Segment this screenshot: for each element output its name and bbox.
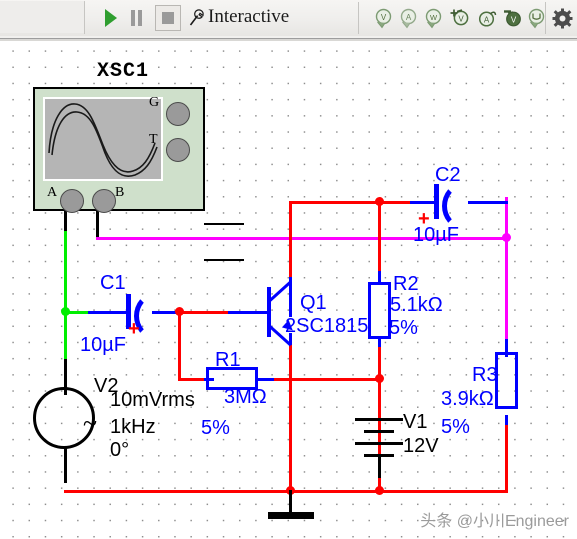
c1-value: 10µF (80, 334, 126, 356)
c1-polarity-marker: + (128, 318, 140, 340)
stop-button[interactable] (155, 5, 181, 31)
terminal-b[interactable] (92, 189, 116, 213)
svg-text:W: W (430, 13, 438, 22)
v2-amplitude: 10mVrms (110, 389, 195, 411)
svg-text:A: A (406, 13, 412, 22)
wire-collector-top-red[interactable] (289, 201, 381, 204)
terminal-a[interactable] (60, 189, 84, 213)
v1-value: 12V (403, 435, 439, 457)
r3-body[interactable] (495, 352, 518, 409)
c2-plate-right (442, 183, 482, 229)
v1-plate-3 (355, 442, 403, 445)
r2-tolerance: 5% (389, 317, 418, 339)
r1-value: 3MΩ (224, 386, 267, 408)
wire-c1-left-blue[interactable] (88, 311, 128, 314)
terminal-label-g: G (149, 95, 160, 110)
wire-scope-g-lead[interactable] (204, 223, 244, 225)
schematic-editor: Interactive V A W V A V XSC1 G T A B C1 … (0, 0, 577, 539)
wire-r2-top-red[interactable] (378, 201, 381, 279)
ground-symbol (268, 512, 314, 519)
svg-text:V: V (458, 14, 464, 23)
r3-tolerance: 5% (441, 416, 470, 438)
wire-c2-left-blue[interactable] (410, 201, 436, 204)
probe-digital-icon[interactable] (527, 8, 548, 29)
wrench-icon (188, 8, 206, 28)
wire-source-bottom-black[interactable] (64, 447, 67, 483)
c1-plate-right (134, 293, 174, 339)
node-base (175, 307, 184, 316)
simulation-mode-label: Interactive (208, 6, 290, 27)
terminal-g[interactable] (166, 102, 190, 126)
wire-r3-bottom-red[interactable] (505, 425, 508, 491)
wire-v1-top-red[interactable] (378, 399, 381, 419)
v2-phase: 0° (110, 439, 130, 461)
r2-body[interactable] (368, 282, 391, 339)
svg-text:A: A (484, 15, 490, 24)
r3-refdes: R3 (472, 364, 498, 386)
pause-icon (131, 10, 145, 27)
probe-add-current-icon[interactable]: A (476, 8, 497, 29)
v1-bottom-lead (378, 454, 381, 478)
play-icon (105, 9, 117, 27)
probe-voltage-icon[interactable]: V (374, 8, 395, 29)
node-output (502, 233, 511, 242)
v1-plate-1 (355, 418, 403, 421)
node-collector-c2 (375, 197, 384, 206)
toolbar-left-pane (0, 1, 85, 33)
wire-base-red[interactable] (180, 311, 232, 314)
probe-ref-voltage-icon[interactable]: V (502, 8, 523, 29)
v2-ac-icon: ~ (83, 409, 98, 438)
v1-refdes: V1 (403, 411, 428, 433)
probe-add-voltage-icon[interactable]: V (449, 8, 470, 29)
gear-icon[interactable] (552, 8, 573, 29)
r3-value: 3.9kΩ (441, 388, 494, 410)
node-source-top (61, 307, 70, 316)
c2-value: 10µF (413, 224, 459, 246)
node-v1-bottom (375, 486, 384, 495)
wire-r3-top-magenta[interactable] (505, 237, 508, 347)
v2-frequency: 1kHz (110, 416, 156, 438)
c1-refdes: C1 (100, 272, 126, 294)
canvas-top-rule (0, 39, 577, 41)
oscilloscope-screen (43, 97, 163, 181)
node-r2-bottom (375, 374, 384, 383)
watermark-text: 头条 @小川Engineer (420, 513, 569, 530)
wire-source-top-green[interactable] (64, 311, 67, 361)
r2-refdes: R2 (393, 273, 419, 295)
schematic-canvas[interactable]: XSC1 G T A B C1 + 10µF C2 + 10µF Q1 2SC1… (0, 39, 577, 539)
c2-plate-left (434, 184, 439, 219)
terminal-label-t: T (149, 132, 158, 147)
svg-text:V: V (511, 15, 517, 24)
instrument-refdes: XSC1 (97, 60, 150, 83)
r2-value: 5.1kΩ (390, 294, 443, 316)
measurement-probe-group: V A W V A V (366, 0, 577, 36)
q1-refdes: Q1 (300, 292, 327, 314)
toolbar-separator-1 (84, 2, 85, 34)
wire-bias-left-red[interactable] (178, 311, 181, 381)
pause-button[interactable] (131, 10, 145, 26)
r1-tolerance: 5% (201, 417, 230, 439)
terminal-t[interactable] (166, 138, 190, 162)
terminal-label-a: A (47, 185, 58, 200)
run-button[interactable] (105, 9, 121, 27)
wire-base-lead-blue[interactable] (228, 311, 268, 314)
probe-power-icon[interactable]: W (424, 8, 445, 29)
toolbar-separator-2 (358, 2, 359, 34)
wire-scope-t-lead[interactable] (204, 259, 244, 261)
ground-stem (289, 490, 292, 514)
terminal-label-b: B (115, 185, 125, 200)
q1-part-number: 2SC1815 (285, 315, 369, 337)
simulation-toolbar: Interactive V A W V A V (0, 0, 577, 39)
oscilloscope-xsc1[interactable]: G T A B (33, 87, 205, 213)
probe-current-icon[interactable]: A (399, 8, 420, 29)
stop-icon (162, 12, 174, 24)
v1-plate-2 (364, 430, 394, 433)
wire-emitter-red[interactable] (289, 345, 292, 493)
svg-text:V: V (381, 13, 387, 22)
